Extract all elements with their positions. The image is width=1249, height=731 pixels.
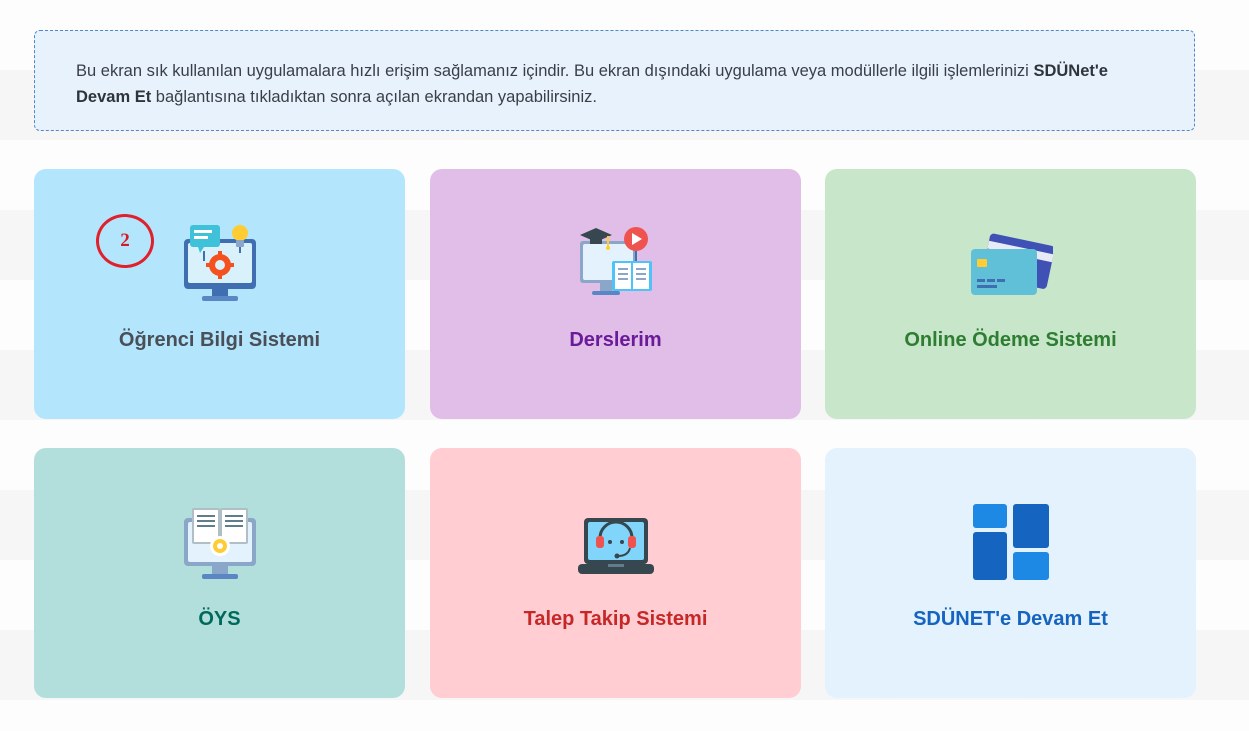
dashboard-tiles-icon: [969, 500, 1053, 584]
credit-card-icon: [969, 221, 1053, 305]
card-label: SDÜNET'e Devam Et: [913, 608, 1108, 630]
card-talep-takip-sistemi[interactable]: Talep Takip Sistemi: [430, 448, 801, 698]
card-ogrenci-bilgi-sistemi[interactable]: Öğrenci Bilgi Sistemi: [34, 169, 405, 419]
annotation-number-circle: 2: [96, 214, 154, 268]
card-sdunet-devam-et[interactable]: SDÜNET'e Devam Et: [825, 448, 1196, 698]
card-online-odeme-sistemi[interactable]: Online Ödeme Sistemi: [825, 169, 1196, 419]
card-oys[interactable]: ÖYS: [34, 448, 405, 698]
info-text-before: Bu ekran sık kullanılan uygulamalara hız…: [76, 62, 1034, 80]
card-label: Derslerim: [569, 329, 662, 351]
ebook-monitor-icon: [178, 500, 262, 584]
computer-settings-icon: [178, 221, 262, 305]
card-label: ÖYS: [198, 608, 241, 630]
card-derslerim[interactable]: Derslerim: [430, 169, 801, 419]
info-notice: Bu ekran sık kullanılan uygulamalara hız…: [34, 30, 1195, 131]
card-label: Online Ödeme Sistemi: [904, 329, 1117, 351]
card-label: Talep Takip Sistemi: [523, 608, 708, 630]
support-laptop-icon: [574, 500, 658, 584]
info-text-after: bağlantısına tıkladıktan sonra açılan ek…: [151, 88, 597, 106]
card-label: Öğrenci Bilgi Sistemi: [118, 329, 321, 351]
online-course-icon: [574, 221, 658, 305]
